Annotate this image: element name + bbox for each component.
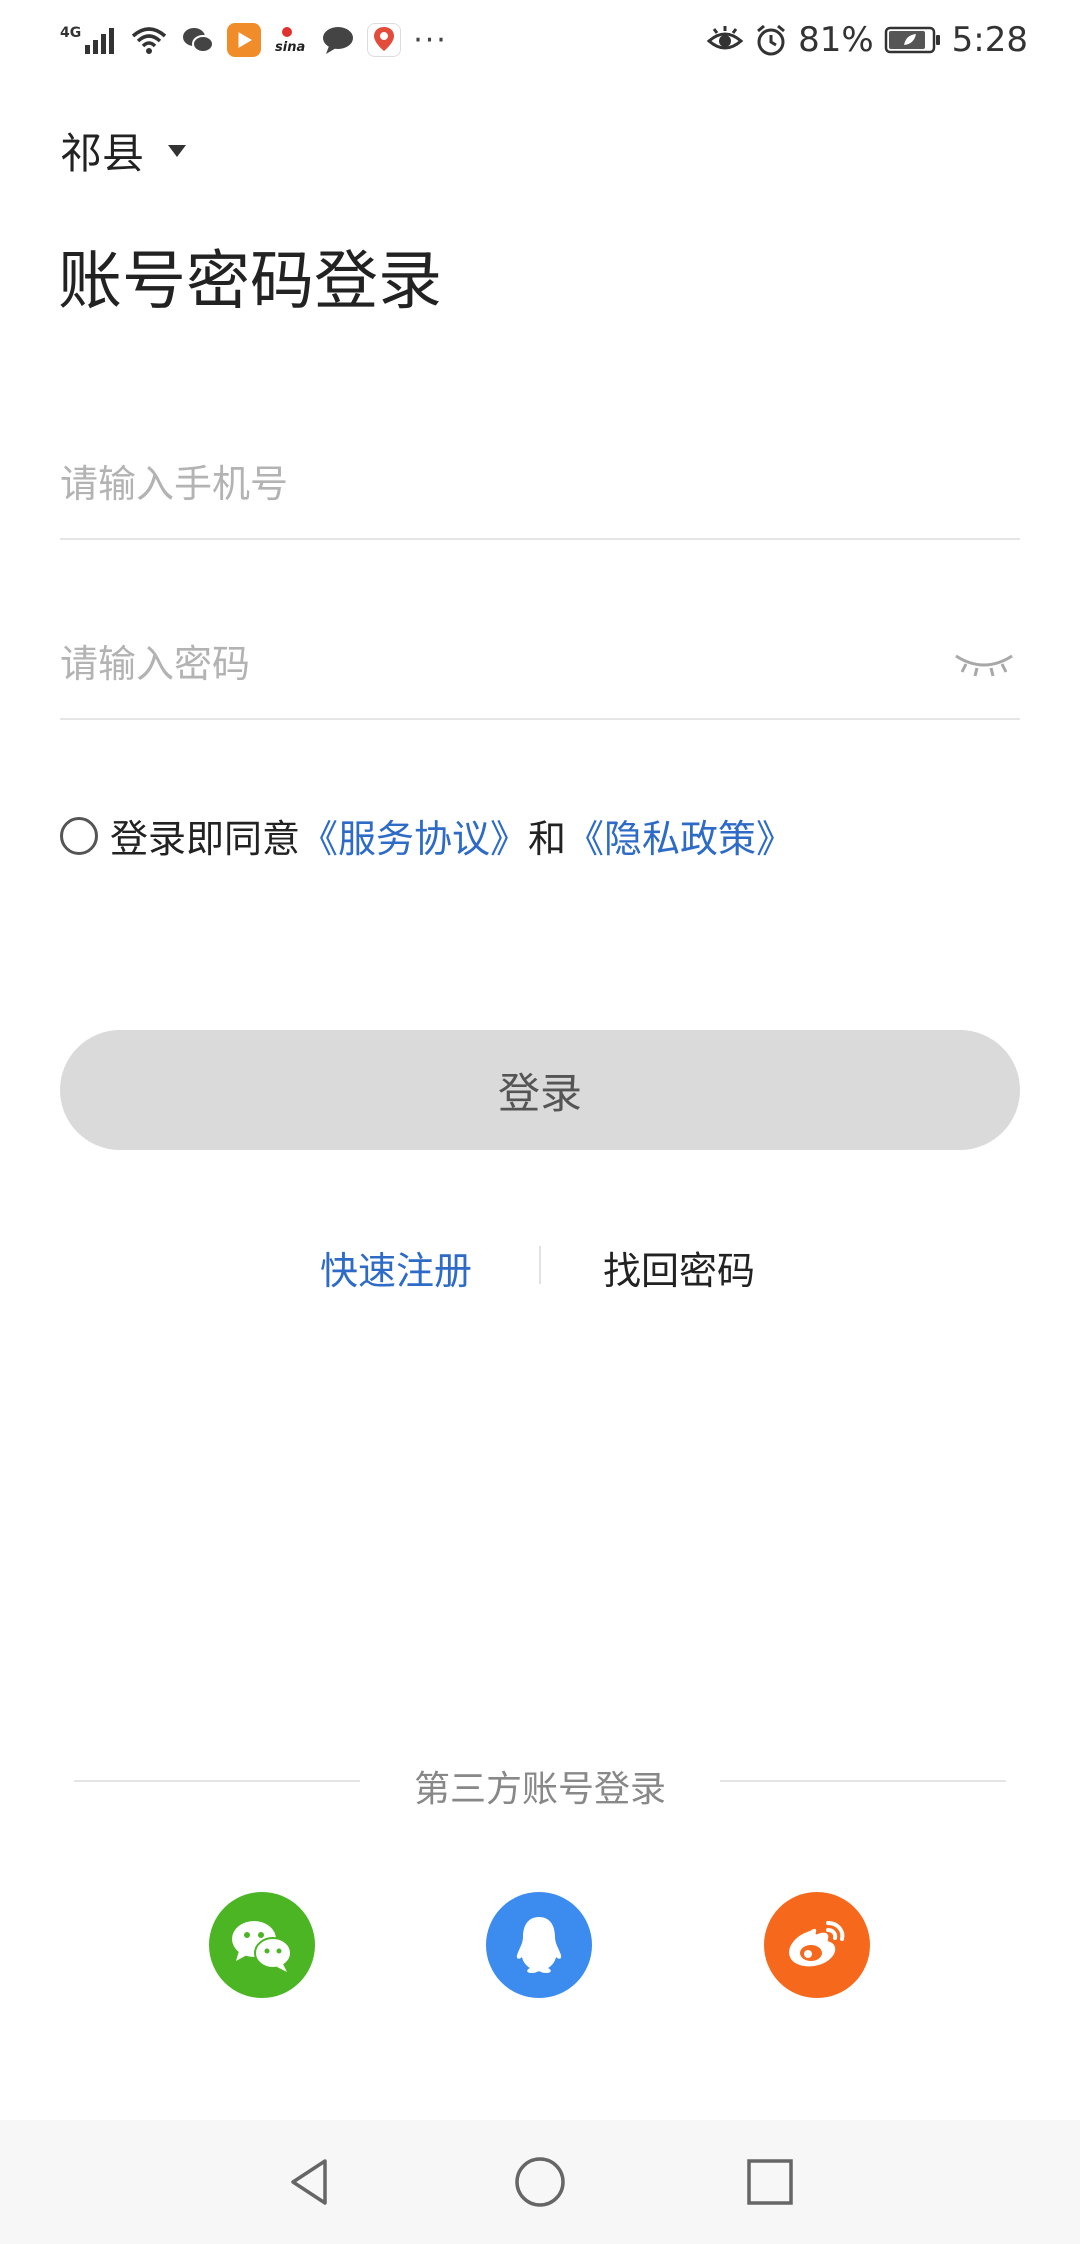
eye-closed-icon[interactable] (952, 646, 1016, 686)
third-party-header: 第三方账号登录 (0, 1760, 1080, 1810)
network-type: 4G (60, 25, 82, 41)
privacy-link[interactable]: 《隐私政策》 (566, 808, 794, 863)
status-bar-left: 4G sina ··· (60, 18, 448, 62)
weibo-login-button[interactable] (764, 1892, 870, 1998)
city-name: 祁县 (60, 129, 145, 178)
video-app-icon (227, 23, 262, 57)
status-bar-right: 81% 5:28 (706, 18, 1028, 62)
password-input[interactable] (60, 642, 920, 686)
agreement-checkbox[interactable] (60, 816, 98, 855)
svg-text:sina: sina (275, 40, 305, 55)
caret-down-icon (168, 144, 187, 157)
weibo-icon (789, 1921, 845, 1967)
alarm-icon (754, 23, 788, 57)
link-divider (539, 1246, 541, 1284)
battery-percent: 81% (798, 20, 874, 60)
signal-icon: 4G (60, 25, 117, 55)
more-notifications-indicator: ··· (413, 22, 448, 58)
back-triangle-icon[interactable] (278, 2150, 342, 2214)
recent-apps-square-icon[interactable] (738, 2150, 802, 2214)
wechat-icon (232, 1921, 292, 1972)
home-circle-icon[interactable] (508, 2150, 572, 2214)
qq-login-button[interactable] (486, 1892, 592, 1998)
system-nav-bar (0, 2120, 1080, 2244)
status-bar: 4G sina ··· 81% 5:28 (0, 0, 1080, 80)
divider-line-right (720, 1780, 1006, 1782)
agreement-and: 和 (528, 817, 567, 861)
battery-icon (884, 25, 942, 55)
wechat-login-button[interactable] (209, 1892, 315, 1998)
register-link[interactable]: 快速注册 (320, 1240, 472, 1295)
page-title: 账号密码登录 (58, 245, 442, 319)
login-button[interactable]: 登录 (60, 1030, 1020, 1150)
agreement-row: 登录即同意 《服务协议》 和 《隐私政策》 (60, 808, 794, 863)
forgot-password-link[interactable]: 找回密码 (603, 1240, 755, 1295)
phone-input[interactable] (60, 462, 1020, 506)
city-selector[interactable]: 祁县 (60, 120, 187, 181)
qq-penguin-icon (516, 1917, 562, 1973)
agreement-prefix: 登录即同意 (110, 817, 301, 861)
terms-link[interactable]: 《服务协议》 (300, 808, 528, 863)
clock: 5:28 (951, 20, 1028, 60)
password-field (60, 610, 1020, 720)
eye-comfort-icon (706, 25, 744, 55)
wifi-icon (129, 24, 169, 56)
phone-field (60, 430, 1020, 540)
sina-icon: sina (273, 25, 309, 55)
map-pin-app-icon (367, 23, 402, 57)
wechat-notification-icon (181, 25, 215, 55)
message-icon (321, 25, 355, 55)
third-party-label: 第三方账号登录 (413, 1769, 666, 1810)
secondary-links: 快速注册 找回密码 (0, 1240, 1080, 1293)
